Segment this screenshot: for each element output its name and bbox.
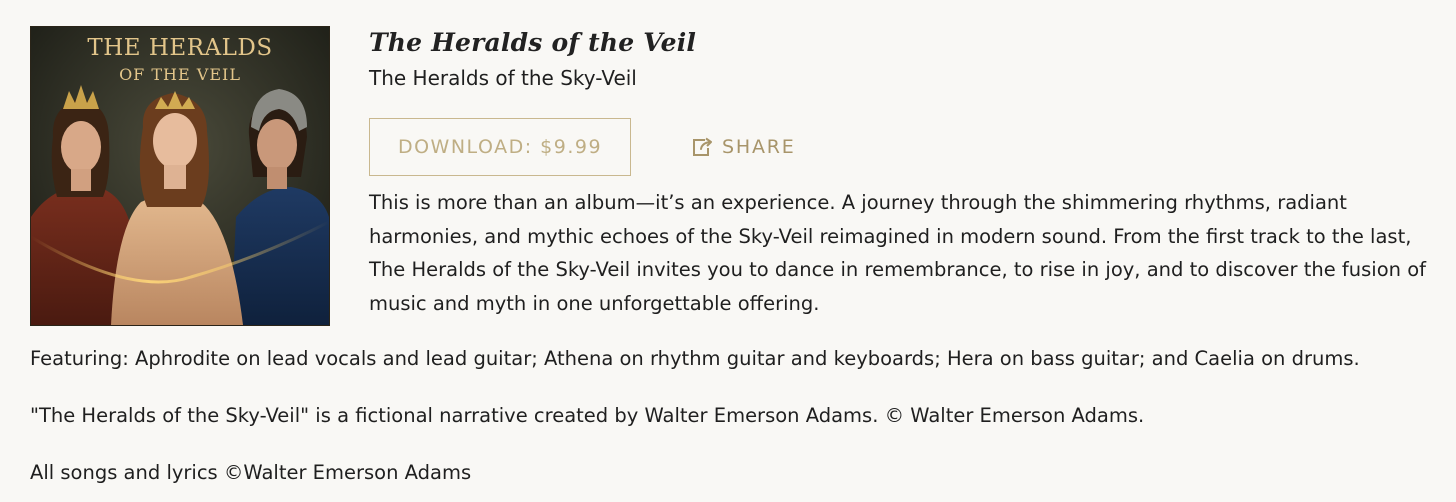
action-bar: DOWNLOAD: $9.99 SHARE <box>369 118 1069 178</box>
cover-title-line2: OF THE VEIL <box>119 65 241 84</box>
album-cover: THE HERALDS OF THE VEIL <box>30 26 330 326</box>
album-description: This is more than an album—it’s an exper… <box>369 191 1426 315</box>
album-info: The Heralds of the Veil The Heralds of t… <box>369 26 1439 315</box>
cover-title-line1: THE HERALDS <box>87 35 273 61</box>
download-button[interactable]: DOWNLOAD: $9.99 <box>369 118 631 176</box>
share-label: SHARE <box>722 136 796 158</box>
featuring-text: Featuring: Aphrodite on lead vocals and … <box>30 347 1360 370</box>
share-button[interactable]: SHARE <box>691 132 796 162</box>
disclaimer-text: "The Heralds of the Sky-Veil" is a ficti… <box>30 404 1145 427</box>
share-icon <box>691 137 713 157</box>
album-subtitle: The Heralds of the Sky-Veil <box>369 66 637 90</box>
copyright-text: All songs and lyrics ©Walter Emerson Ada… <box>30 461 472 484</box>
album-title: The Heralds of the Veil <box>369 28 697 57</box>
